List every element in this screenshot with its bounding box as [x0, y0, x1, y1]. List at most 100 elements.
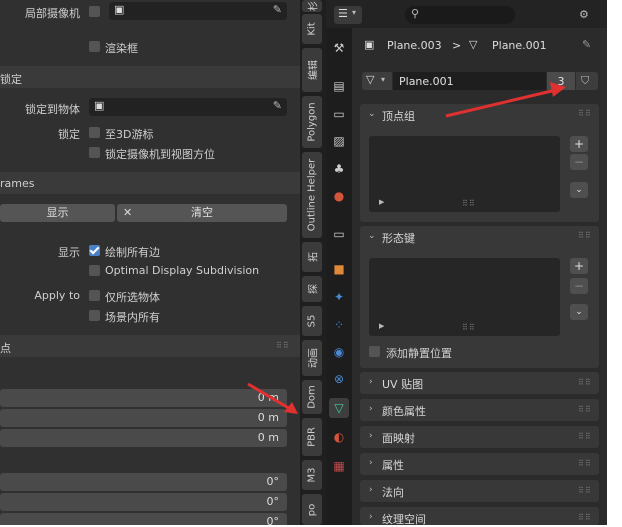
drag-grip-icon[interactable]: ⠿⠿: [578, 513, 592, 522]
drag-grip-icon[interactable]: ⠿⠿: [578, 231, 592, 240]
to-3d-cursor-checkbox[interactable]: [89, 127, 100, 138]
angle-field-z[interactable]: 0°: [0, 513, 287, 525]
lock-label: 锁定: [58, 128, 80, 141]
section-title: 属性: [382, 459, 404, 472]
vertex-group-list[interactable]: ▶ ⠿⠿: [369, 136, 560, 212]
constraints-icon[interactable]: ⊗: [331, 371, 347, 387]
remove-shape-key-button[interactable]: −: [570, 278, 588, 294]
tab-po[interactable]: po: [302, 494, 322, 525]
render-border-checkbox[interactable]: [89, 41, 100, 52]
chevron-down-icon: ▾: [352, 8, 357, 17]
breadcrumb-separator: >: [452, 39, 462, 52]
pin-icon[interactable]: ✎: [582, 38, 591, 51]
local-camera-field[interactable]: ▣ ✎: [109, 2, 287, 20]
drag-grip-icon[interactable]: ⠿⠿: [578, 109, 592, 118]
world-icon[interactable]: ●: [331, 188, 347, 204]
only-selected-checkbox[interactable]: [89, 290, 100, 301]
drag-grip-icon[interactable]: ⠿⠿: [578, 378, 592, 387]
lock-camera-to-view-checkbox[interactable]: [89, 147, 100, 158]
viewport-sidebar: 局部摄像机 ▣ ✎ 渲染框 锁定 锁定到物体 ▣ ✎ 锁定 至3D游标 锁定摄像…: [0, 0, 300, 525]
color-attributes-section[interactable]: › 颜色属性 ⠿⠿: [360, 399, 599, 421]
collection-icon[interactable]: ▭: [331, 226, 347, 242]
tab-label: Kit: [306, 22, 318, 36]
frames-header-label: rames: [0, 177, 35, 190]
render-icon[interactable]: ▤: [331, 78, 347, 94]
list-expand-icon[interactable]: ▶: [379, 198, 384, 206]
drag-grip-icon[interactable]: ⠿⠿: [578, 459, 592, 468]
tab-label: 编辑: [308, 60, 320, 80]
vertex-group-specials-button[interactable]: ⌄: [570, 182, 588, 198]
view-layer-icon[interactable]: ▨: [331, 133, 347, 149]
tab-polygon[interactable]: Polygon: [302, 96, 322, 148]
object-icon[interactable]: ■: [331, 261, 347, 277]
chevron-down-icon[interactable]: ⌄: [368, 231, 376, 241]
shape-keys-title[interactable]: 形态键: [382, 230, 415, 246]
mesh-browse-button[interactable]: ▽ ▾: [362, 72, 392, 90]
editor-type-dropdown[interactable]: ☰ ▾: [334, 6, 362, 24]
scene-all-checkbox[interactable]: [89, 310, 100, 321]
drag-grip-icon[interactable]: ⠿⠿: [276, 341, 290, 350]
tab-m3[interactable]: M3: [302, 460, 322, 490]
particles-icon[interactable]: ⁘: [331, 317, 347, 333]
tab-animation[interactable]: 动画: [302, 340, 322, 376]
local-camera-checkbox[interactable]: [89, 6, 100, 17]
physics-icon[interactable]: ◉: [331, 344, 347, 360]
shape-key-specials-button[interactable]: ⌄: [570, 304, 588, 320]
uv-maps-section[interactable]: › UV 贴图 ⠿⠿: [360, 372, 599, 394]
angle-field-x[interactable]: 0°: [0, 473, 287, 491]
drag-grip-icon[interactable]: ⠿⠿: [578, 486, 592, 495]
transform-header-label: 点: [0, 342, 11, 355]
tab-s5[interactable]: S5: [302, 306, 322, 336]
add-shape-key-button[interactable]: +: [570, 258, 588, 274]
mesh-data-icon[interactable]: ▽: [329, 398, 349, 418]
texture-space-section[interactable]: › 纹理空间 ⠿⠿: [360, 507, 599, 526]
tab-dom[interactable]: Dom: [302, 380, 322, 414]
value-field-z[interactable]: 0 m: [0, 429, 287, 447]
transform-panel-header[interactable]: 点 ⠿⠿: [0, 335, 300, 357]
tab-0[interactable]: 杉: [302, 0, 322, 12]
scene-all-label: 场景内所有: [105, 311, 160, 324]
options-icon[interactable]: ⚙: [579, 8, 589, 21]
section-title: 面映射: [382, 432, 415, 445]
optimal-display-checkbox[interactable]: [89, 265, 100, 276]
display-button[interactable]: 显示: [0, 204, 115, 222]
fake-user-button[interactable]: ⛉: [576, 72, 598, 90]
tab-outline-helper[interactable]: Outline Helper: [302, 152, 322, 238]
tab-topo[interactable]: 拓: [302, 242, 322, 272]
tab-explore[interactable]: 探: [302, 276, 322, 302]
angle-field-y[interactable]: 0°: [0, 493, 287, 511]
eyedropper-icon[interactable]: ✎: [273, 99, 282, 112]
shape-key-list[interactable]: ▶ ⠿⠿: [369, 258, 560, 336]
frames-panel-header[interactable]: rames: [0, 172, 300, 194]
lock-to-object-field[interactable]: ▣ ✎: [89, 98, 287, 116]
scene-icon[interactable]: ♣: [331, 161, 347, 177]
draw-all-edges-checkbox[interactable]: [89, 245, 100, 256]
chevron-down-icon[interactable]: ⌄: [368, 109, 376, 119]
drag-grip-icon[interactable]: ⠿⠿: [578, 405, 592, 414]
attributes-section[interactable]: › 属性 ⠿⠿: [360, 453, 599, 475]
clear-button[interactable]: ✕ 清空: [117, 204, 287, 222]
lock-camera-to-view-label: 锁定摄像机到视图方位: [105, 148, 215, 161]
vertex-groups-title[interactable]: 顶点组: [382, 108, 415, 124]
list-resize-grip[interactable]: ⠿⠿: [462, 199, 476, 208]
add-vertex-group-button[interactable]: +: [570, 136, 588, 152]
add-rest-position-checkbox[interactable]: [369, 346, 380, 357]
list-resize-grip[interactable]: ⠿⠿: [462, 323, 476, 332]
modifier-icon[interactable]: ✦: [331, 289, 347, 305]
normals-section[interactable]: › 法向 ⠿⠿: [360, 480, 599, 502]
tool-icon[interactable]: ⚒: [331, 40, 347, 56]
lock-panel-header[interactable]: 锁定: [0, 66, 300, 88]
remove-vertex-group-button[interactable]: −: [570, 154, 588, 170]
drag-grip-icon[interactable]: ⠿⠿: [578, 432, 592, 441]
search-input[interactable]: ⚲: [405, 6, 515, 24]
tab-edit[interactable]: 编辑: [302, 48, 322, 92]
output-icon[interactable]: ▭: [331, 106, 347, 122]
tab-kit[interactable]: Kit: [302, 14, 322, 44]
face-maps-section[interactable]: › 面映射 ⠿⠿: [360, 426, 599, 448]
eyedropper-icon[interactable]: ✎: [273, 3, 282, 16]
texture-icon[interactable]: ▦: [331, 458, 347, 474]
list-expand-icon[interactable]: ▶: [379, 322, 384, 330]
lock-to-object-label: 锁定到物体: [25, 103, 80, 116]
material-icon[interactable]: ◐: [331, 429, 347, 445]
tab-pbr[interactable]: PBR: [302, 418, 322, 456]
